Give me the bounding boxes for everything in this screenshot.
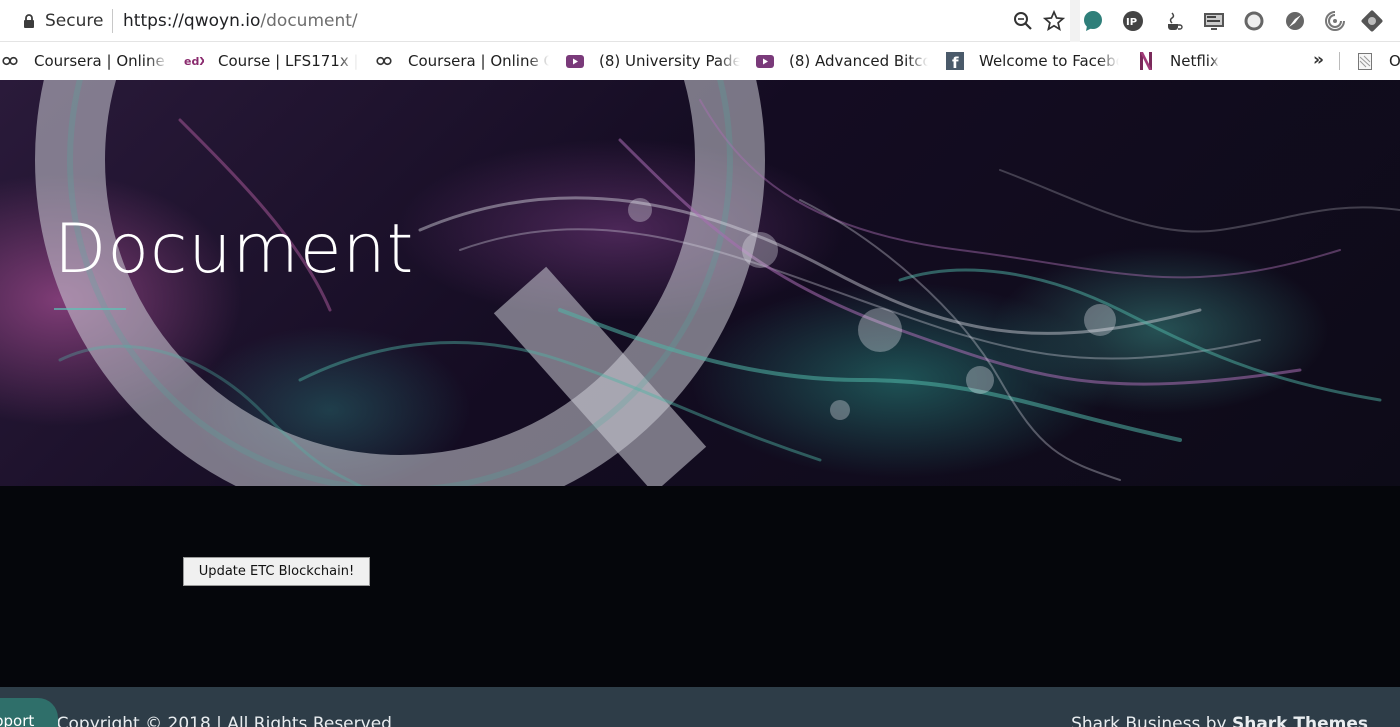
- theme-credit-prefix: Shark Business by: [1071, 714, 1232, 727]
- bookmarks-overflow-chevron[interactable]: »: [1313, 50, 1324, 70]
- address-separator: [112, 9, 113, 33]
- bookmark-youtube-1[interactable]: (8) University Paderb: [565, 50, 740, 72]
- title-underline: [54, 308, 126, 310]
- url-host: https://qwoyn.io: [123, 11, 261, 31]
- lock-icon: [24, 14, 34, 28]
- copyright-text: oyn Copyright © 2018 | All Rights Reserv…: [20, 714, 392, 727]
- security-label: Secure: [45, 11, 104, 31]
- support-tab[interactable]: pport: [0, 698, 58, 727]
- settings-extension-icon[interactable]: [1361, 10, 1383, 32]
- chat-extension-icon[interactable]: [1082, 10, 1104, 32]
- page-title: Document: [54, 210, 415, 289]
- bookmark-label: Course | LFS171x | ec: [218, 52, 358, 70]
- youtube-icon: [565, 53, 585, 69]
- youtube-icon: [755, 53, 775, 69]
- svg-text:IP: IP: [1126, 17, 1137, 28]
- screen-extension-icon[interactable]: [1203, 10, 1225, 32]
- bookmark-coursera-1[interactable]: Coursera | Online Co: [0, 50, 168, 72]
- java-extension-icon[interactable]: [1163, 10, 1185, 32]
- bookmark-coursera-2[interactable]: Coursera | Online Co: [374, 50, 549, 72]
- netflix-icon: [1136, 52, 1156, 70]
- bookmark-label: Welcome to Faceboo: [979, 52, 1119, 70]
- bookmark-youtube-2[interactable]: (8) Advanced Bitcoin: [755, 50, 928, 72]
- page-icon: [1355, 52, 1375, 70]
- url-field[interactable]: https://qwoyn.io/document/: [123, 10, 358, 32]
- bookmark-edx[interactable]: edX Course | LFS171x | ec: [184, 50, 358, 72]
- bookmarks-bar: Coursera | Online Co edX Course | LFS171…: [0, 42, 1400, 80]
- coursera-icon: [0, 53, 20, 69]
- url-path: /document/: [260, 11, 358, 31]
- bookmark-label: Coursera | Online Co: [408, 52, 549, 70]
- bookmark-label: O: [1389, 52, 1400, 70]
- sync-extension-icon[interactable]: [1324, 10, 1346, 32]
- svg-text:f: f: [952, 54, 959, 70]
- toolbar-divider: [1070, 0, 1080, 42]
- address-bar[interactable]: Secure https://qwoyn.io/document/ IP: [0, 0, 1400, 42]
- bookmark-facebook[interactable]: f Welcome to Faceboo: [945, 50, 1119, 72]
- hero-banner: Document: [0, 80, 1400, 486]
- svg-text:edX: edX: [184, 55, 204, 67]
- bookmark-other[interactable]: O: [1355, 50, 1400, 72]
- browser-window: Secure https://qwoyn.io/document/ IP Cou…: [0, 0, 1400, 727]
- main-content: Update ETC Blockchain!: [0, 486, 1400, 687]
- edx-icon: edX: [184, 53, 204, 69]
- bookmark-label: Netflix: [1170, 52, 1219, 70]
- bookmark-label: (8) Advanced Bitcoin: [789, 52, 928, 70]
- bookmark-label: Coursera | Online Co: [34, 52, 168, 70]
- update-etc-blockchain-button[interactable]: Update ETC Blockchain!: [183, 557, 370, 586]
- bookmark-label: (8) University Paderb: [599, 52, 740, 70]
- compass-extension-icon[interactable]: [1284, 10, 1306, 32]
- bookmarks-divider: [1339, 52, 1340, 70]
- facebook-icon: f: [945, 52, 965, 70]
- circle-extension-icon[interactable]: [1243, 10, 1265, 32]
- bookmark-netflix[interactable]: Netflix: [1136, 50, 1246, 72]
- coursera-icon: [374, 53, 394, 69]
- ip-extension-icon[interactable]: IP: [1122, 10, 1144, 32]
- shark-themes-link[interactable]: Shark Themes: [1232, 714, 1368, 727]
- theme-credit: Shark Business by Shark Themes: [1071, 714, 1368, 727]
- star-icon[interactable]: [1043, 10, 1065, 32]
- footer: oyn Copyright © 2018 | All Rights Reserv…: [0, 687, 1400, 727]
- zoom-icon[interactable]: [1012, 10, 1034, 32]
